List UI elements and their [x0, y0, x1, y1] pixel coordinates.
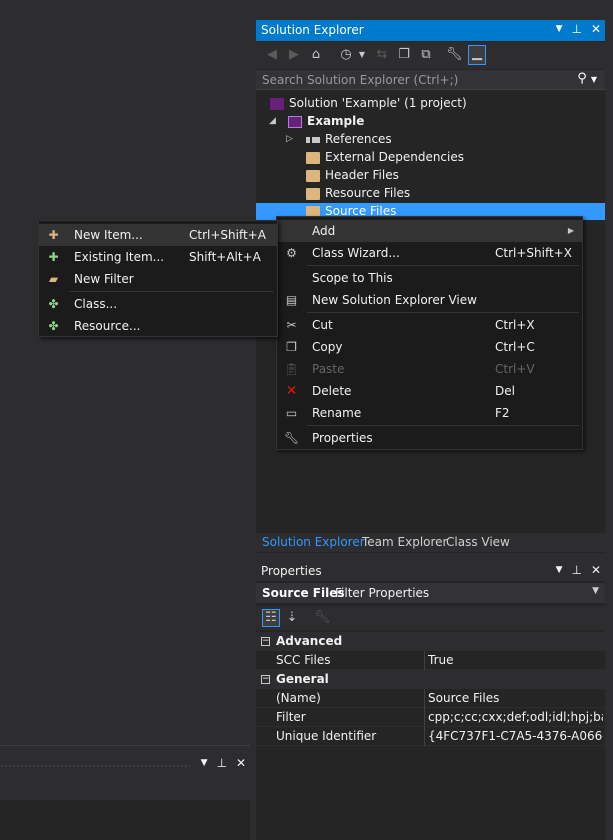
forward-icon[interactable]: ▶	[286, 47, 302, 63]
search-input[interactable]: Search Solution Explorer (Ctrl+;)	[262, 73, 458, 87]
context-menu: Add ▶ ⚙︎ Class Wizard... Ctrl+Shift+X Sc…	[276, 216, 583, 450]
tree-item-resource-files[interactable]: Resource Files	[306, 184, 410, 202]
tree-item-solution[interactable]: Solution 'Example' (1 project)	[270, 94, 467, 112]
add-resource-icon: ✤	[48, 319, 59, 333]
menu-item-paste[interactable]: 📋︎ Paste Ctrl+V	[277, 358, 582, 380]
tab-class-view[interactable]: Class View	[446, 535, 510, 549]
collapse-all-icon[interactable]: ❐	[396, 47, 412, 63]
tree-item-header-files[interactable]: Header Files	[306, 166, 399, 184]
categorized-icon[interactable]: ☷	[262, 609, 280, 627]
project-icon	[288, 115, 302, 128]
chevron-down-icon[interactable]: ▼	[354, 47, 370, 63]
new-view-icon: ▤	[285, 293, 298, 307]
dropdown-icon[interactable]: ▼	[556, 24, 563, 36]
dropdown-icon[interactable]: ▼	[556, 565, 563, 577]
close-icon[interactable]: ✕	[591, 22, 601, 36]
properties-titlebar[interactable]: Properties ▼ ⊥ ✕	[256, 560, 605, 581]
solution-icon	[270, 97, 284, 110]
solution-explorer-toolbar: ◀ ▶ ⌂ ◷ ▼ ⇆ ❐ ⧉ 🔧︎ ▁	[256, 42, 605, 69]
property-row[interactable]: (Name) Source Files	[256, 689, 605, 708]
category-general[interactable]: − General	[256, 670, 605, 689]
wrench-icon: 🔧︎	[284, 431, 300, 445]
docked-tool-window: ▼ ⊥ ✕	[0, 745, 250, 840]
properties-title: Properties	[261, 564, 322, 578]
menu-item-cut[interactable]: ✂ Cut Ctrl+X	[277, 314, 582, 336]
close-icon[interactable]: ✕	[236, 756, 246, 770]
preview-selected-icon[interactable]: ▁	[468, 45, 486, 65]
menu-item-scope-to-this[interactable]: Scope to This	[277, 267, 582, 289]
property-row[interactable]: Unique Identifier {4FC737F1-C7A5-4376-A0…	[256, 727, 605, 746]
new-item-icon: ✚	[48, 228, 59, 242]
add-submenu: ✚ New Item... Ctrl+Shift+A ✚ Existing It…	[38, 220, 278, 337]
property-pages-icon[interactable]: 🔧︎	[314, 610, 331, 626]
menu-item-new-item[interactable]: ✚ New Item... Ctrl+Shift+A	[39, 224, 277, 246]
delete-x-icon: ✕	[285, 383, 298, 399]
submenu-arrow-icon: ▶	[567, 226, 574, 235]
solution-explorer-titlebar[interactable]: Solution Explorer ▼ ⊥ ✕	[256, 20, 605, 41]
docked-window-titlebar[interactable]: ▼ ⊥ ✕	[0, 755, 250, 773]
menu-item-class-wizard[interactable]: ⚙︎ Class Wizard... Ctrl+Shift+X	[277, 242, 582, 264]
scissors-icon: ✂	[286, 318, 297, 332]
object-selector[interactable]: Source Files Filter Properties ▼	[256, 583, 605, 603]
menu-item-add[interactable]: Add ▶	[277, 220, 582, 242]
existing-item-icon: ✚	[48, 250, 59, 264]
new-filter-icon: ▰	[48, 272, 59, 286]
home-icon[interactable]: ⌂	[308, 47, 324, 63]
pending-changes-icon[interactable]: ◷	[338, 47, 354, 63]
menu-item-rename[interactable]: ▭ Rename F2	[277, 402, 582, 424]
menu-item-new-filter[interactable]: ▰ New Filter	[39, 268, 277, 290]
wrench-icon[interactable]: 🔧︎	[446, 47, 463, 63]
menu-item-existing-item[interactable]: ✚ Existing Item... Shift+Alt+A	[39, 246, 277, 268]
expand-icon[interactable]: ▷	[286, 134, 293, 144]
collapse-icon[interactable]: ◢	[269, 116, 276, 126]
chevron-down-icon[interactable]: ▼	[592, 586, 599, 596]
folder-icon	[306, 169, 320, 182]
folder-icon	[306, 151, 320, 164]
category-advanced[interactable]: − Advanced	[256, 632, 605, 651]
tool-window-tabs: Solution Explorer Team Explorer Class Vi…	[256, 533, 605, 552]
paste-icon: 📋︎	[284, 362, 300, 376]
collapse-icon[interactable]: −	[261, 637, 270, 646]
sync-icon[interactable]: ⇆	[374, 47, 390, 63]
tab-solution-explorer[interactable]: Solution Explorer	[262, 535, 365, 549]
folder-icon	[306, 187, 320, 200]
menu-item-properties[interactable]: 🔧︎ Properties	[277, 427, 582, 449]
menu-item-class[interactable]: ✤ Class...	[39, 293, 277, 315]
property-row[interactable]: Filter cpp;c;cc;cxx;def;odl;idl;hpj;bat;…	[256, 708, 605, 727]
property-row[interactable]: SCC Files True	[256, 651, 605, 670]
class-wizard-icon: ⚙︎	[286, 246, 297, 260]
solution-explorer-title: Solution Explorer	[261, 23, 364, 37]
docked-window-body	[0, 800, 250, 840]
menu-item-new-solution-explorer-view[interactable]: ▤ New Solution Explorer View	[277, 289, 582, 311]
dropdown-icon[interactable]: ▼	[201, 758, 208, 770]
object-name: Source Files	[262, 586, 345, 600]
show-all-files-icon[interactable]: ⧉	[418, 47, 434, 63]
add-class-icon: ✤	[48, 297, 59, 311]
properties-window: Properties ▼ ⊥ ✕ Source Files Filter Pro…	[256, 560, 605, 840]
pin-icon[interactable]: ⊥	[216, 756, 226, 770]
alphabetical-icon[interactable]: ⇣	[284, 610, 300, 626]
object-type: Filter Properties	[335, 586, 430, 600]
pin-icon[interactable]: ⊥	[571, 563, 581, 577]
tree-item-references[interactable]: References	[306, 130, 392, 148]
tab-team-explorer[interactable]: Team Explorer	[362, 535, 448, 549]
search-box[interactable]: Search Solution Explorer (Ctrl+;) ⚲ ▼	[256, 70, 605, 90]
tree-item-project[interactable]: Example	[288, 112, 364, 130]
tree-item-external-dependencies[interactable]: External Dependencies	[306, 148, 464, 166]
close-icon[interactable]: ✕	[591, 563, 601, 577]
copy-icon: ❐	[286, 340, 297, 354]
menu-item-resource[interactable]: ✤ Resource...	[39, 315, 277, 337]
references-icon	[306, 136, 320, 143]
pin-icon[interactable]: ⊥	[571, 22, 581, 36]
search-icon[interactable]: ⚲ ▼	[577, 71, 597, 86]
back-icon[interactable]: ◀	[264, 47, 280, 63]
collapse-icon[interactable]: −	[261, 675, 270, 684]
menu-item-delete[interactable]: ✕ Delete Del	[277, 380, 582, 402]
properties-toolbar: ☷ ⇣ 🔧︎	[256, 606, 605, 630]
rename-icon: ▭	[285, 406, 298, 420]
menu-item-copy[interactable]: ❐ Copy Ctrl+C	[277, 336, 582, 358]
